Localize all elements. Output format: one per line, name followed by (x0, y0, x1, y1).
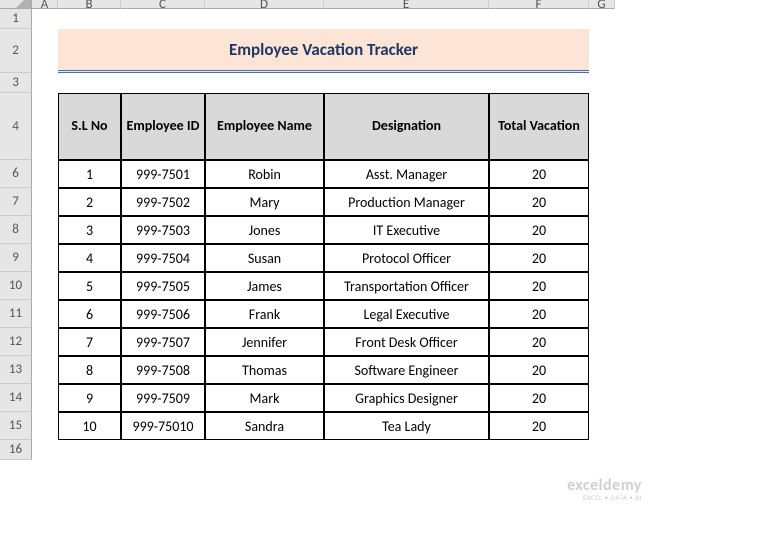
table-cell[interactable]: 999-7504 (121, 244, 205, 272)
select-all-corner[interactable] (0, 0, 32, 9)
table-cell[interactable]: 6 (58, 300, 121, 328)
table-cell[interactable]: 10 (58, 412, 121, 440)
table-cell[interactable]: Frank (205, 300, 324, 328)
table-cell[interactable]: 999-75010 (121, 412, 205, 440)
table-cell[interactable]: Transportation Officer (324, 272, 489, 300)
table-cell[interactable]: 999-7502 (121, 188, 205, 216)
row-header-11[interactable]: 11 (0, 300, 32, 328)
table-cell[interactable]: 1 (58, 160, 121, 188)
table-cell[interactable]: 20 (489, 300, 589, 328)
header-vac[interactable]: Total Vacation (489, 93, 589, 160)
row-header-14[interactable]: 14 (0, 384, 32, 412)
table-cell[interactable]: Jennifer (205, 328, 324, 356)
row-header-13[interactable]: 13 (0, 356, 32, 384)
table-cell[interactable]: IT Executive (324, 216, 489, 244)
header-name[interactable]: Employee Name (205, 93, 324, 160)
table-cell[interactable]: 20 (489, 272, 589, 300)
table-cell[interactable]: Legal Executive (324, 300, 489, 328)
table-cell[interactable]: 5 (58, 272, 121, 300)
header-desig[interactable]: Designation (324, 93, 489, 160)
table-cell[interactable]: 20 (489, 160, 589, 188)
row-header-7[interactable]: 7 (0, 188, 32, 216)
col-header-G[interactable]: G (589, 0, 615, 9)
table-cell[interactable]: Sandra (205, 412, 324, 440)
row-header-4[interactable]: 4 (0, 93, 32, 160)
table-cell[interactable]: 20 (489, 356, 589, 384)
watermark: exceldemy EXCEL • DATA • BI (567, 477, 642, 502)
row-header-8[interactable]: 8 (0, 216, 32, 244)
col-header-A[interactable]: A (32, 0, 58, 9)
table-cell[interactable]: Robin (205, 160, 324, 188)
table-cell[interactable]: 3 (58, 216, 121, 244)
watermark-logo: exceldemy (567, 477, 642, 495)
table-cell[interactable]: Mary (205, 188, 324, 216)
table-cell[interactable]: 999-7505 (121, 272, 205, 300)
col-header-F[interactable]: F (489, 0, 589, 9)
table-cell[interactable]: 9 (58, 384, 121, 412)
table-cell[interactable]: 20 (489, 216, 589, 244)
row-header-15[interactable]: 15 (0, 412, 32, 440)
row-header-16[interactable]: 16 (0, 440, 32, 460)
spreadsheet-grid: A B C D E F G 1 2 3 4 5 6 7 8 9 10 11 12… (0, 0, 767, 460)
table-cell[interactable]: 20 (489, 188, 589, 216)
row-header-3[interactable]: 3 (0, 73, 32, 93)
table-cell[interactable]: Jones (205, 216, 324, 244)
table-cell[interactable]: 20 (489, 384, 589, 412)
row-header-6[interactable]: 6 (0, 160, 32, 188)
col-header-C[interactable]: C (121, 0, 205, 9)
table-cell[interactable]: 999-7507 (121, 328, 205, 356)
table-cell[interactable]: 7 (58, 328, 121, 356)
table-cell[interactable]: Thomas (205, 356, 324, 384)
table-cell[interactable]: 999-7501 (121, 160, 205, 188)
table-cell[interactable]: Asst. Manager (324, 160, 489, 188)
table-cell[interactable]: 20 (489, 328, 589, 356)
table-cell[interactable]: 2 (58, 188, 121, 216)
row-header-1[interactable]: 1 (0, 9, 32, 29)
table-cell[interactable]: 8 (58, 356, 121, 384)
table-cell[interactable]: Production Manager (324, 188, 489, 216)
table-cell[interactable]: 999-7506 (121, 300, 205, 328)
watermark-tagline: EXCEL • DATA • BI (567, 494, 642, 502)
table-cell[interactable]: 999-7503 (121, 216, 205, 244)
row-header-2[interactable]: 2 (0, 29, 32, 73)
row-header-9[interactable]: 9 (0, 244, 32, 272)
table-cell[interactable]: 999-7509 (121, 384, 205, 412)
header-empid[interactable]: Employee ID (121, 93, 205, 160)
table-cell[interactable]: 999-7508 (121, 356, 205, 384)
table-cell[interactable]: Front Desk Officer (324, 328, 489, 356)
table-cell[interactable]: Susan (205, 244, 324, 272)
table-cell[interactable]: Software Engineer (324, 356, 489, 384)
row-header-12[interactable]: 12 (0, 328, 32, 356)
table-cell[interactable]: Graphics Designer (324, 384, 489, 412)
col-header-E[interactable]: E (324, 0, 489, 9)
col-header-B[interactable]: B (58, 0, 121, 9)
table-cell[interactable]: 4 (58, 244, 121, 272)
table-cell[interactable]: Mark (205, 384, 324, 412)
table-cell[interactable]: 20 (489, 412, 589, 440)
table-cell[interactable]: 20 (489, 244, 589, 272)
table-cell[interactable]: Protocol Officer (324, 244, 489, 272)
col-header-D[interactable]: D (205, 0, 324, 9)
page-title[interactable]: Employee Vacation Tracker (58, 29, 589, 73)
table-cell[interactable]: Tea Lady (324, 412, 489, 440)
row-header-10[interactable]: 10 (0, 272, 32, 300)
table-cell[interactable]: James (205, 272, 324, 300)
header-sl[interactable]: S.L No (58, 93, 121, 160)
